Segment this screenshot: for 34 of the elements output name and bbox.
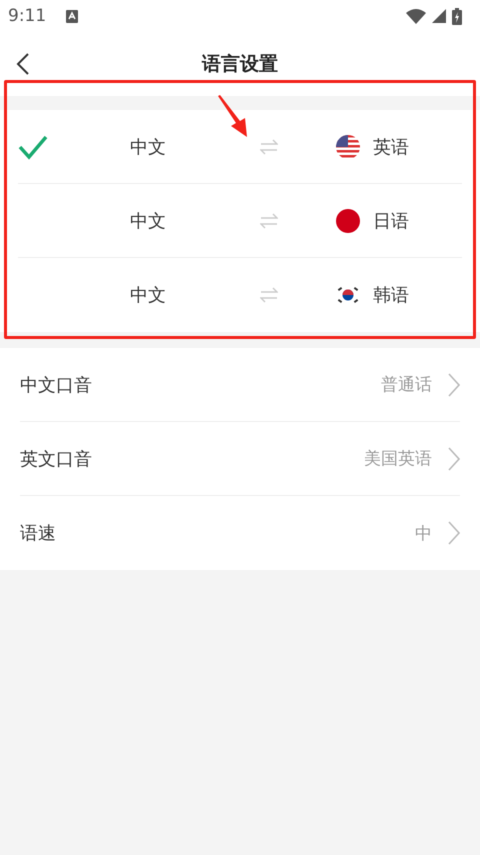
- battery-icon: [452, 8, 462, 24]
- pointer-arrow: [216, 95, 250, 139]
- page-title: 语言设置: [202, 52, 278, 77]
- status-time: 9:11: [8, 6, 46, 26]
- swap-icon: [260, 212, 278, 228]
- signal-icon: [432, 9, 446, 23]
- setting-item[interactable]: 中文口音 普通话: [20, 348, 460, 422]
- chevron-right-icon: [448, 372, 460, 396]
- setting-value: 美国英语: [364, 448, 432, 470]
- setting-value: 中: [415, 522, 432, 544]
- flag-icon: [336, 134, 360, 158]
- language-pair-item[interactable]: 中文 日语: [18, 184, 462, 258]
- chevron-right-icon: [448, 521, 460, 545]
- setting-item[interactable]: 语速 中: [20, 496, 460, 570]
- check-icon: [18, 134, 48, 160]
- chevron-right-icon: [448, 446, 460, 470]
- target-language: 韩语: [373, 284, 409, 307]
- notification-icon: [66, 10, 78, 22]
- target-language: 英语: [373, 136, 409, 158]
- setting-label: 中文口音: [20, 374, 92, 396]
- swap-icon: [260, 138, 278, 154]
- setting-label: 语速: [20, 522, 56, 545]
- target-language: 日语: [373, 210, 409, 232]
- source-language: 中文: [130, 136, 167, 158]
- swap-icon: [260, 287, 278, 303]
- flag-icon: [336, 208, 360, 232]
- wifi-icon: [406, 8, 426, 24]
- setting-label: 英文口音: [20, 448, 92, 470]
- back-icon[interactable]: [16, 52, 30, 76]
- setting-item[interactable]: 英文口音 美国英语: [20, 422, 460, 496]
- source-language: 中文: [130, 284, 167, 307]
- language-pair-item[interactable]: 中文 韩语: [18, 258, 462, 332]
- source-language: 中文: [130, 210, 167, 232]
- setting-value: 普通话: [381, 374, 432, 396]
